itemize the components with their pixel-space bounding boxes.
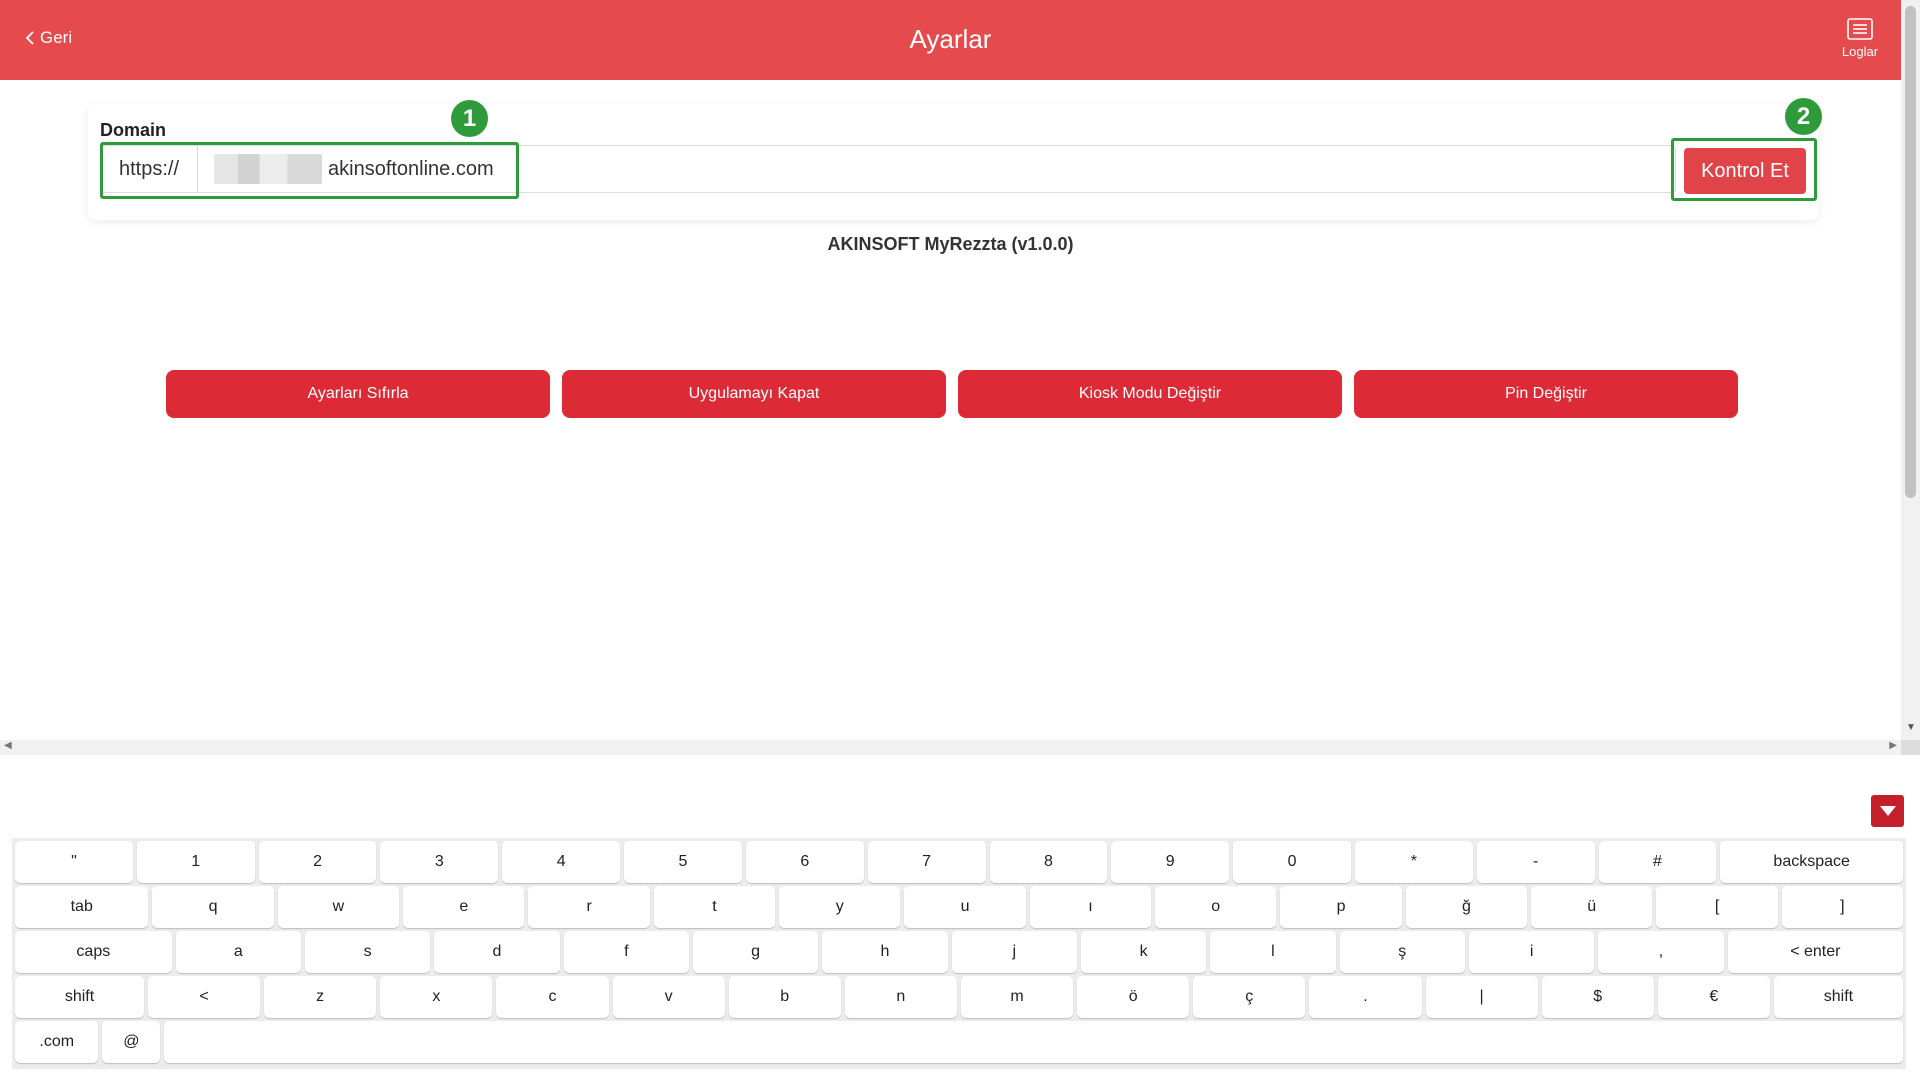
keyboard-key[interactable]: y [779,886,901,928]
keyboard-key[interactable]: 9 [1111,841,1230,883]
keyboard-key[interactable]: p [1280,886,1402,928]
keyboard-key[interactable]: # [1598,841,1717,883]
keyboard-key[interactable]: @ [102,1021,161,1063]
keyboard-key[interactable]: s [304,931,431,973]
keyboard-row: caps a s d f g h j k l ş i, < enter [15,931,1904,973]
keyboard-key[interactable]: , [1598,931,1724,973]
keyboard-key[interactable]: | [1425,976,1538,1018]
scrollbar-corner [1901,740,1920,755]
scroll-right-arrow-icon[interactable]: ▶ [1889,740,1897,751]
keyboard-key[interactable]: z [264,976,377,1018]
keyboard-key[interactable]: 5 [624,841,742,883]
keyboard-key[interactable]: f [563,931,689,973]
keyboard-key[interactable]: . [1309,976,1422,1018]
keyboard-key[interactable]: ö [1077,976,1190,1018]
hide-keyboard-button[interactable] [1871,795,1904,827]
logs-label: Loglar [1841,44,1879,59]
annotation-highlight-1 [100,142,519,199]
scrollbar-thumb[interactable] [1905,6,1916,498]
keyboard-row: " 1 2 3 4 5 6 7 8 9 0 * - # backspace [15,841,1903,883]
keyboard-key[interactable]: e [403,886,525,928]
annotation-badge-1: 1 [451,100,488,137]
keyboard-key[interactable]: t [653,886,776,928]
virtual-keyboard: " 1 2 3 4 5 6 7 8 9 0 * - # backspace tab q w e r t y u ı o p ğ ü[]… [12,838,1906,1069]
keyboard-key[interactable]: h [822,931,948,973]
toggle-kiosk-mode-button[interactable]: Kiosk Modu Değiştir [958,370,1342,418]
keyboard-key[interactable]: w [277,886,400,928]
keyboard-key[interactable]: 1 [136,841,255,883]
keyboard-key[interactable]: x [380,976,493,1018]
keyboard-key[interactable]: [ [1656,886,1778,928]
keyboard-key[interactable]: j [951,931,1077,973]
keyboard-key[interactable]: o [1155,886,1277,928]
annotation-badge-2: 2 [1785,98,1822,135]
keyboard-key[interactable]: tab [15,886,149,928]
keyboard-key[interactable]: 8 [989,841,1108,883]
top-bar: Geri Ayarlar Loglar [0,0,1901,80]
space-key[interactable] [164,1021,1903,1063]
keyboard-key[interactable]: a [175,931,301,973]
keyboard-key[interactable]: ğ [1405,886,1528,928]
logs-button[interactable]: Loglar [1830,18,1890,59]
horizontal-scrollbar[interactable]: ◀ ▶ [0,740,1901,755]
annotation-highlight-2 [1671,138,1817,201]
keyboard-key[interactable]: shift [1773,976,1903,1018]
vertical-scrollbar[interactable]: ▼ [1901,0,1920,740]
keyboard-row: shift < z x c v b n m ö ç. | $ € shift [15,976,1903,1018]
keyboard-key[interactable]: ü [1531,886,1653,928]
keyboard-key[interactable]: u [904,886,1026,928]
list-icon [1847,18,1873,40]
keyboard-key[interactable]: d [434,931,560,973]
version-text: AKINSOFT MyRezzta (v1.0.0) [827,234,1074,254]
keyboard-key[interactable]: < [147,976,261,1018]
keyboard-key[interactable]: shift [15,976,144,1018]
keyboard-key[interactable]: .com [15,1021,99,1063]
keyboard-key[interactable]: " [15,841,133,883]
keyboard-key[interactable]: 3 [380,841,499,883]
keyboard-key[interactable]: q [152,886,274,928]
keyboard-key[interactable]: 7 [867,841,986,883]
keyboard-key[interactable]: c [496,976,609,1018]
keyboard-key[interactable]: ş [1339,931,1465,973]
keyboard-key[interactable]: v [612,976,725,1018]
keyboard-row: tab q w e r t y u ı o p ğ ü[] [15,886,1904,928]
keyboard-key[interactable]: i [1468,931,1595,973]
keyboard-key[interactable]: n [844,976,957,1018]
keyboard-key[interactable]: 0 [1233,841,1351,883]
change-pin-button[interactable]: Pin Değiştir [1354,370,1738,418]
keyboard-key[interactable]: caps [15,931,172,973]
scroll-down-arrow-icon[interactable]: ▼ [1906,722,1916,733]
keyboard-key[interactable]: 6 [745,841,864,883]
keyboard-key[interactable]: * [1354,841,1473,883]
domain-label: Domain [100,120,167,140]
keyboard-key[interactable]: b [728,976,841,1018]
page-title: Ayarlar [909,24,992,54]
keyboard-key[interactable]: ı [1029,886,1152,928]
keyboard-key[interactable]: k [1080,931,1207,973]
keyboard-key[interactable]: ç [1193,976,1306,1018]
scroll-left-arrow-icon[interactable]: ◀ [4,740,12,751]
keyboard-key[interactable]: - [1476,841,1595,883]
keyboard-key[interactable]: $ [1541,976,1654,1018]
keyboard-key[interactable]: l [1210,931,1336,973]
caret-down-icon [1879,806,1896,816]
close-app-button[interactable]: Uygulamayı Kapat [562,370,946,418]
keyboard-key[interactable]: backspace [1720,841,1903,883]
keyboard-key[interactable]: g [692,931,819,973]
keyboard-key[interactable]: r [528,886,650,928]
keyboard-key[interactable]: 4 [502,841,621,883]
reset-settings-button[interactable]: Ayarları Sıfırla [166,370,550,418]
keyboard-key[interactable]: < enter [1727,931,1904,973]
keyboard-key[interactable]: ] [1781,886,1904,928]
keyboard-row: .com @ [15,1021,1903,1063]
keyboard-key[interactable]: 2 [258,841,377,883]
keyboard-key[interactable]: m [960,976,1074,1018]
keyboard-key[interactable]: € [1657,976,1770,1018]
